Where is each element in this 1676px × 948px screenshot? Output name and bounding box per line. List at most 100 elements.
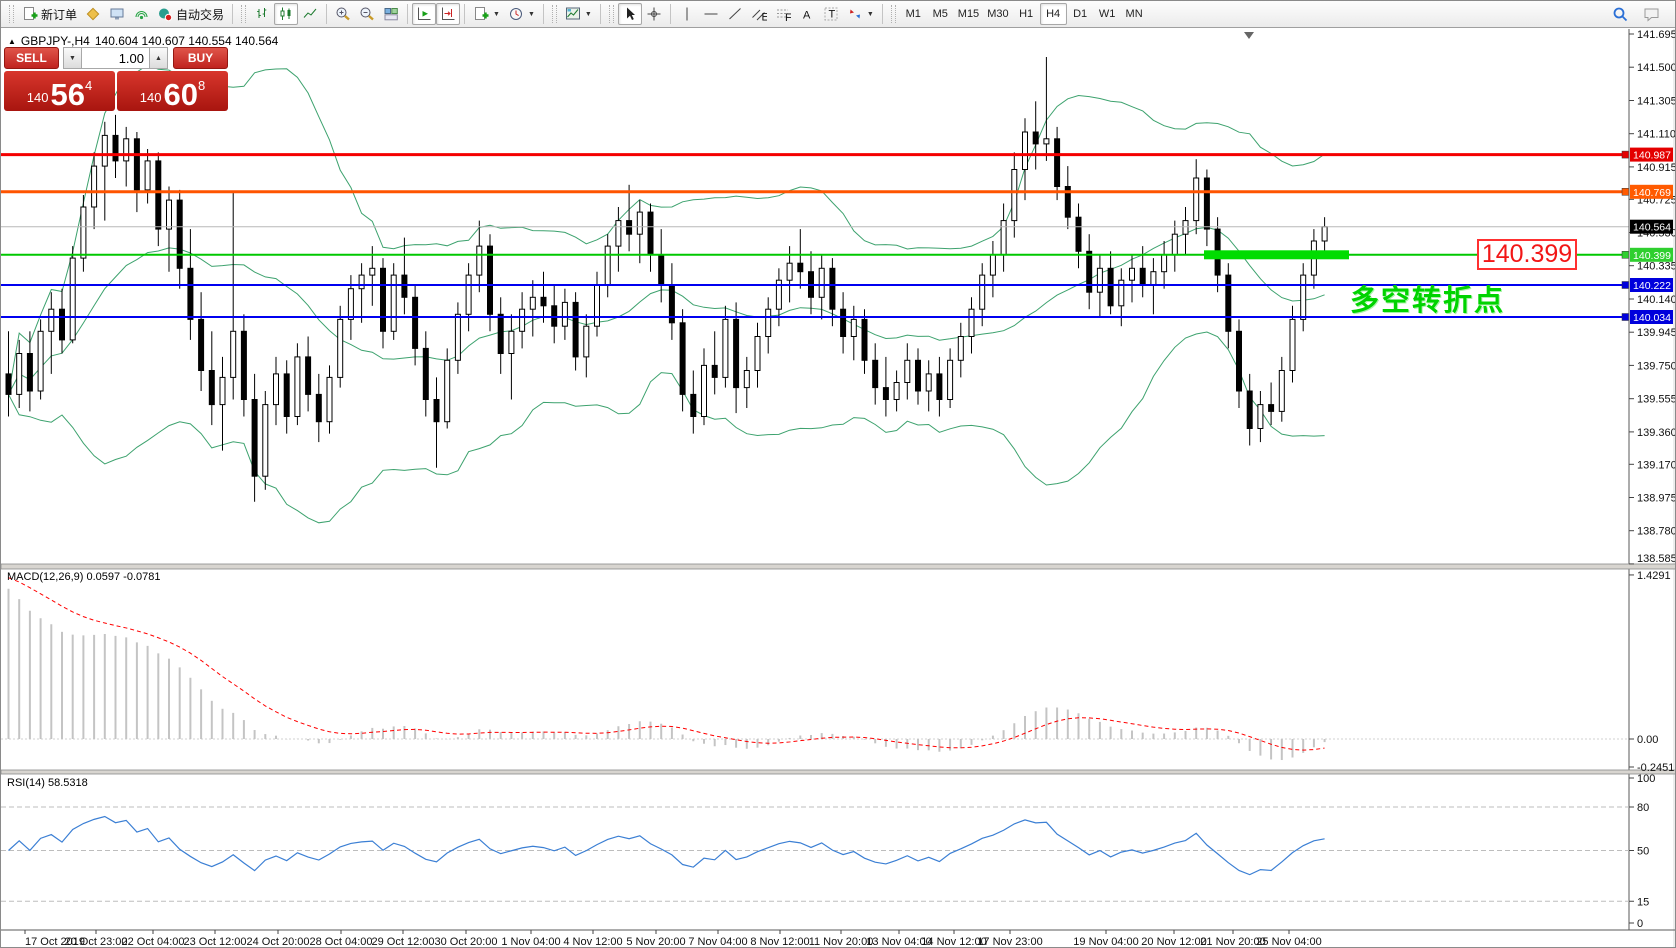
price-level-callout[interactable]: 140.399 — [1477, 239, 1577, 270]
candle — [27, 354, 32, 392]
label-tool-button[interactable]: T — [819, 3, 843, 25]
candle — [766, 309, 771, 336]
cursor-tool-button[interactable] — [618, 3, 642, 25]
arrows-tool-button[interactable]: ▼ — [843, 3, 878, 25]
candle — [851, 319, 856, 336]
dropdown-arrow-icon: ▼ — [867, 11, 874, 18]
candle — [1172, 234, 1177, 255]
candle — [926, 374, 931, 391]
candle — [595, 285, 600, 326]
price-tick-label: 138.975 — [1637, 493, 1676, 505]
candle — [883, 388, 888, 400]
chat-button[interactable] — [1639, 3, 1665, 25]
time-tick-label: 17 Nov 23:00 — [977, 936, 1042, 948]
timeframe-h1-button[interactable]: H1 — [1013, 3, 1040, 25]
candle — [348, 289, 353, 320]
candle — [1023, 132, 1028, 170]
rsi-tick-label: 50 — [1637, 846, 1649, 858]
sell-price-button[interactable]: 140564 — [4, 71, 115, 111]
timeframe-m15-button[interactable]: M15 — [954, 3, 983, 25]
price-tick-label: 140.335 — [1637, 261, 1676, 273]
candle — [156, 161, 161, 229]
text-tool-button[interactable]: A — [795, 3, 819, 25]
zoom-out-button[interactable] — [355, 3, 379, 25]
candle — [1247, 391, 1252, 429]
panel-separator[interactable] — [1, 564, 1676, 569]
search-button[interactable] — [1608, 3, 1633, 25]
chart-profile-button[interactable] — [81, 3, 105, 25]
buy-price-button[interactable]: 140608 — [117, 71, 228, 111]
chart-canvas[interactable]: 141.695141.500141.305141.110140.915140.7… — [1, 1, 1676, 948]
volume-input[interactable] — [82, 47, 149, 69]
toolbar-grip[interactable] — [609, 5, 614, 23]
buy-button[interactable]: BUY — [173, 47, 228, 69]
auto-trading-button[interactable]: 自动交易 — [153, 3, 228, 25]
timeframe-h4-button[interactable]: H4 — [1040, 3, 1067, 25]
horizontal-line-tool-button[interactable] — [699, 3, 723, 25]
channel-tool-button[interactable]: E — [747, 3, 771, 25]
timeframe-mn-button[interactable]: MN — [1121, 3, 1148, 25]
candle — [445, 360, 450, 421]
new-chart-button[interactable]: ▼ — [469, 3, 504, 25]
indicators-button[interactable]: ▼ — [561, 3, 596, 25]
time-tick-label: 22 Oct 04:00 — [122, 936, 185, 948]
new-order-button[interactable]: 新订单 — [18, 3, 81, 25]
toolbar-grip[interactable] — [552, 5, 557, 23]
sell-button[interactable]: SELL — [4, 47, 59, 69]
auto-trading-label: 自动交易 — [176, 6, 224, 23]
panel-separator[interactable] — [1, 770, 1676, 774]
signals-button[interactable] — [129, 3, 153, 25]
candle — [787, 263, 792, 280]
fibonacci-icon: F — [775, 6, 791, 22]
price-tick-label: 140.140 — [1637, 294, 1676, 306]
toolbar-grip[interactable] — [241, 5, 246, 23]
candle — [958, 337, 963, 361]
candle — [755, 337, 760, 371]
collapse-arrow-icon[interactable]: ▲ — [8, 37, 16, 46]
candle — [124, 139, 129, 161]
new-order-label: 新订单 — [41, 6, 77, 23]
timeframe-m5-button[interactable]: M5 — [927, 3, 954, 25]
zoom-in-button[interactable] — [331, 3, 355, 25]
channel-icon: E — [751, 6, 767, 22]
volume-increase-button[interactable]: ▲ — [149, 47, 168, 69]
candle — [1001, 221, 1006, 255]
chinese-annotation[interactable]: 多空转折点 — [1350, 277, 1505, 319]
tile-windows-button[interactable] — [379, 3, 403, 25]
crosshair-icon — [646, 6, 662, 22]
toolbar-grip[interactable] — [9, 5, 14, 23]
timeframe-m1-button[interactable]: M1 — [900, 3, 927, 25]
bar-chart-button[interactable] — [250, 3, 274, 25]
candle — [327, 377, 332, 421]
toolbar-grip[interactable] — [891, 5, 896, 23]
dropdown-arrow-icon: ▼ — [585, 11, 592, 18]
terminal-button[interactable] — [105, 3, 129, 25]
trendline-icon — [727, 6, 743, 22]
price-tick-label: 141.695 — [1637, 29, 1676, 41]
timeframe-d1-button[interactable]: D1 — [1067, 3, 1094, 25]
candle — [659, 255, 664, 286]
crosshair-tool-button[interactable] — [642, 3, 666, 25]
volume-decrease-button[interactable]: ▼ — [63, 47, 82, 69]
timeframe-w1-button[interactable]: W1 — [1094, 3, 1121, 25]
candle — [1033, 132, 1038, 144]
price-tick-label: 138.780 — [1637, 526, 1676, 538]
fibonacci-tool-button[interactable]: F — [771, 3, 795, 25]
trendline-tool-button[interactable] — [723, 3, 747, 25]
timeframe-m30-button[interactable]: M30 — [983, 3, 1012, 25]
vertical-line-tool-button[interactable] — [675, 3, 699, 25]
rsi-tick-label: 15 — [1637, 896, 1649, 908]
candlestick-chart-button[interactable] — [274, 3, 298, 25]
auto-scroll-button[interactable] — [412, 3, 436, 25]
buy-price-point: 8 — [198, 78, 205, 93]
buy-price-pips: 60 — [163, 80, 197, 109]
line-chart-button[interactable] — [298, 3, 322, 25]
candle — [402, 275, 407, 297]
time-tick-label: 29 Oct 12:00 — [372, 936, 435, 948]
candle — [1204, 178, 1209, 229]
time-tick-label: 5 Nov 20:00 — [626, 936, 685, 948]
level-highlight-bar[interactable] — [1204, 250, 1349, 259]
symbol-name: GBPJPY-,H4 — [21, 34, 90, 48]
period-button[interactable]: ▼ — [504, 3, 539, 25]
chart-shift-button[interactable] — [436, 3, 460, 25]
